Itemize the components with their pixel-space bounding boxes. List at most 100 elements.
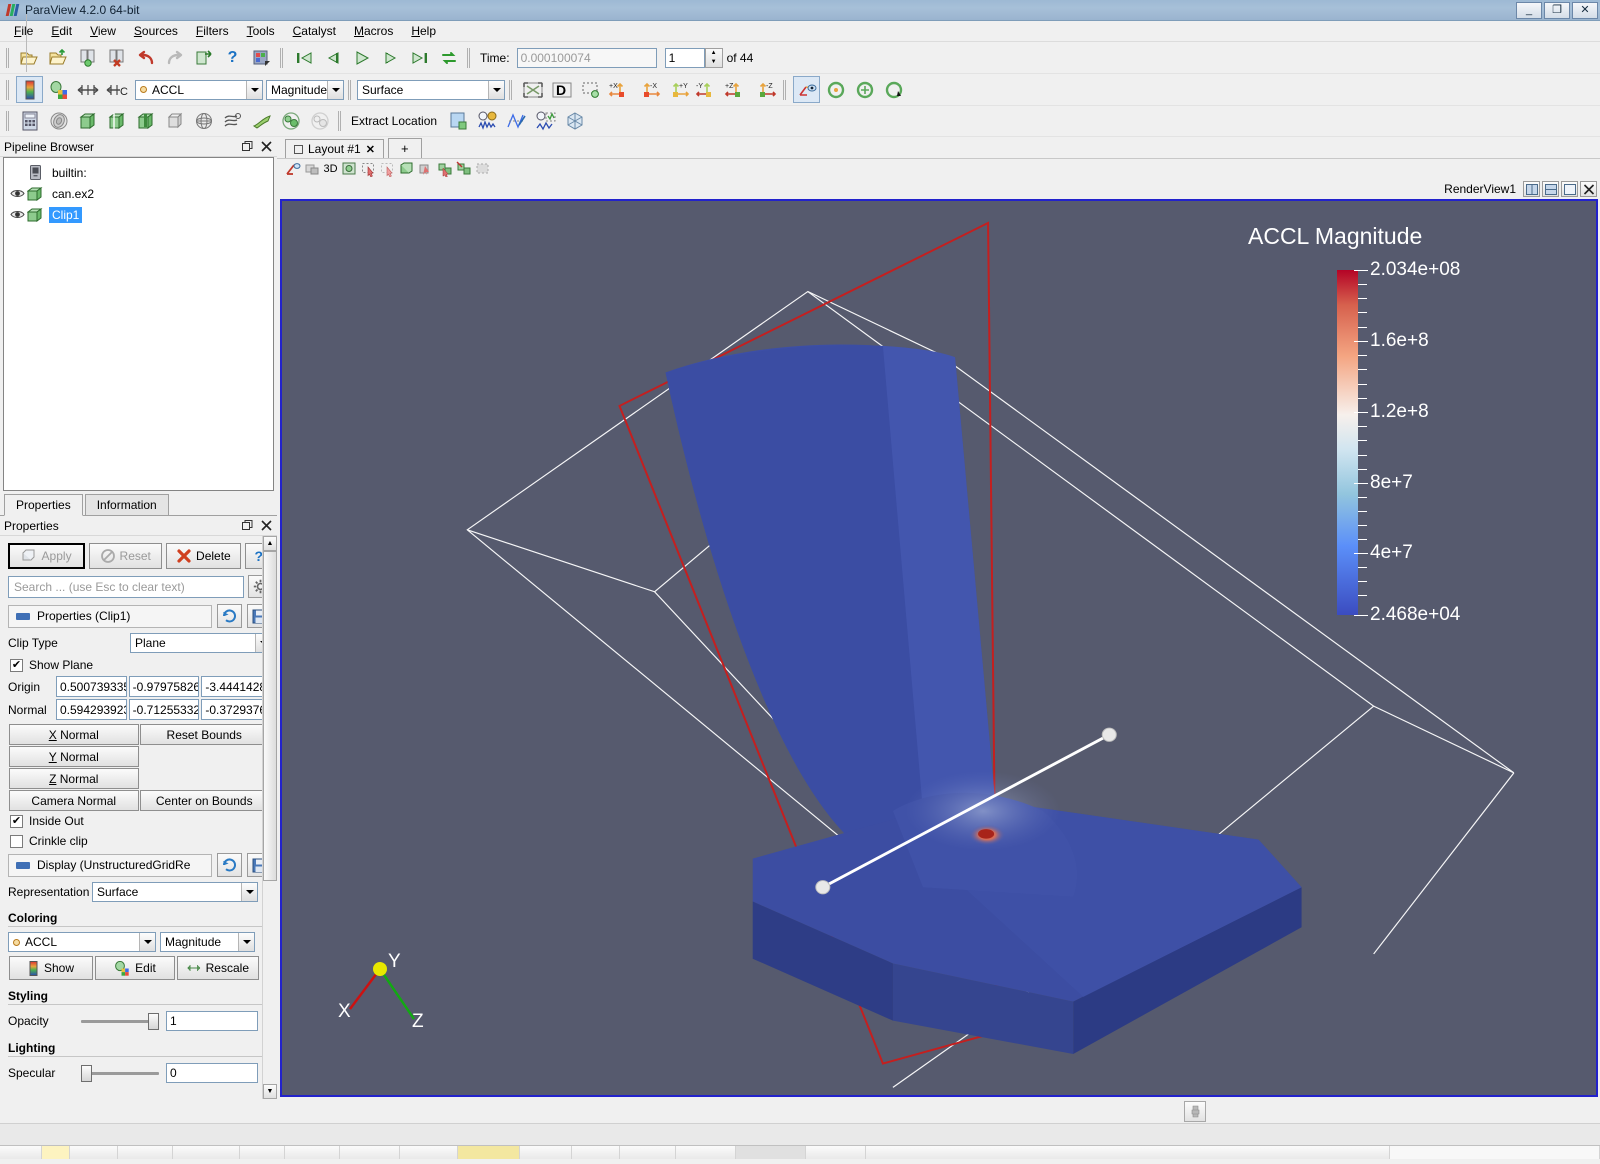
tab-information[interactable]: Information <box>84 494 169 515</box>
close-icon[interactable] <box>258 518 274 534</box>
scroll-down-icon[interactable]: ▼ <box>263 1084 277 1099</box>
extract-subset-icon[interactable] <box>161 108 188 135</box>
time-value-field[interactable]: 0.000100074 <box>516 47 657 68</box>
menu-filters[interactable]: Filters <box>187 22 238 40</box>
representation-combo[interactable]: Surface <box>357 79 505 100</box>
search-input[interactable]: Search ... (use Esc to clear text) <box>8 575 244 598</box>
menu-tools[interactable]: Tools <box>238 22 284 40</box>
minus-z-icon[interactable]: -Z <box>751 76 778 103</box>
render-view[interactable]: X Y Z ACCL Magnitude 2.034e+08 1.6e+8 1.… <box>280 199 1598 1097</box>
select-points-through-icon[interactable] <box>416 160 435 179</box>
x-normal-button[interactable]: X Normal <box>9 724 139 745</box>
clip-icon[interactable] <box>74 108 101 135</box>
opacity-slider[interactable] <box>81 1012 159 1030</box>
python-shell-toggle-icon[interactable] <box>1184 1100 1206 1122</box>
close-icon[interactable] <box>258 139 274 155</box>
crinkle-clip-row[interactable]: Crinkle clip <box>0 831 277 851</box>
plus-y-icon[interactable]: +Y <box>664 76 691 103</box>
tab-properties[interactable]: Properties <box>4 494 83 516</box>
extract-level-icon[interactable] <box>306 108 333 135</box>
show-plane-checkbox[interactable]: ✔ <box>10 658 23 672</box>
select-cells-icon[interactable] <box>359 160 378 179</box>
vcr-toolbar-grip[interactable] <box>279 46 286 70</box>
menu-view[interactable]: View <box>81 22 125 40</box>
os-taskbar[interactable] <box>0 1145 1600 1159</box>
rescale-to-data-range-icon[interactable] <box>74 76 101 103</box>
view-type-3d-label[interactable]: 3D <box>321 160 340 179</box>
extract-location-icon[interactable] <box>445 108 472 135</box>
rotate-90-cw-icon[interactable] <box>880 76 907 103</box>
rotate-90-ccw-icon[interactable] <box>822 76 849 103</box>
minimize-button[interactable]: _ <box>1516 1 1542 19</box>
slider-knob[interactable] <box>148 1012 159 1030</box>
restore-display-defaults-icon[interactable] <box>217 853 242 877</box>
next-frame-icon[interactable] <box>377 44 404 71</box>
calculator-icon[interactable] <box>16 108 43 135</box>
undock-icon[interactable] <box>239 139 255 155</box>
inside-out-checkbox[interactable]: ✔ <box>10 814 23 828</box>
rotate-center-icon[interactable] <box>851 76 878 103</box>
properties-group-box[interactable]: Properties (Clip1) <box>8 604 212 628</box>
select-block-icon[interactable] <box>435 160 454 179</box>
visibility-toggle-icon[interactable] <box>8 207 26 223</box>
plus-x-icon[interactable]: +X <box>606 76 633 103</box>
frame-index-field[interactable]: 1 <box>664 47 705 68</box>
opacity-value-field[interactable]: 1 <box>166 1011 258 1031</box>
save-data-icon[interactable] <box>74 44 101 71</box>
pipeline-item-clip1[interactable]: Clip1 <box>4 204 273 225</box>
spin-down-icon[interactable]: ▼ <box>706 58 722 67</box>
delete-button[interactable]: Delete <box>166 543 242 569</box>
show-color-legend-button[interactable]: Show <box>9 956 93 980</box>
help-icon[interactable]: ? <box>219 44 246 71</box>
tab-layout-1[interactable]: Layout #1 ✕ <box>285 139 384 158</box>
origin-y-field[interactable]: -0.97975826; <box>128 676 200 697</box>
menu-sources[interactable]: Sources <box>125 22 187 40</box>
properties-scrollbar[interactable]: ▲ ▼ <box>262 536 277 1099</box>
reset-button[interactable]: Reset <box>89 543 163 569</box>
color-legend[interactable]: ACCL Magnitude 2.034e+08 1.6e+8 1.2e+8 8… <box>1248 223 1478 643</box>
glyph-icon[interactable] <box>190 108 217 135</box>
capture-screenshot-icon[interactable] <box>248 44 275 71</box>
frame-spinner[interactable]: ▲ ▼ <box>704 47 723 68</box>
frustum-select-icon[interactable] <box>454 160 473 179</box>
pipeline-item-builtin[interactable]: builtin: <box>4 162 273 183</box>
scroll-up-icon[interactable]: ▲ <box>263 536 277 551</box>
extract-toolbar-grip[interactable] <box>337 109 344 133</box>
close-view-icon[interactable] <box>1580 181 1597 197</box>
zoom-to-box-icon[interactable] <box>577 76 604 103</box>
edit-color-map-icon[interactable] <box>45 76 72 103</box>
color-component-combo[interactable]: Magnitude <box>266 79 344 100</box>
center-on-bounds-button[interactable]: Center on Bounds <box>139 790 269 811</box>
close-icon[interactable]: ✕ <box>366 143 375 156</box>
origin-x-field[interactable]: 0.500739335 <box>56 676 127 697</box>
chevron-down-icon[interactable] <box>327 80 343 99</box>
chevron-down-icon[interactable] <box>241 883 257 901</box>
reset-bounds-button[interactable]: Reset Bounds <box>139 724 269 745</box>
clip-type-combo[interactable]: Plane <box>130 633 272 653</box>
display-group-box[interactable]: Display (UnstructuredGridRe <box>8 853 212 877</box>
chevron-down-icon[interactable] <box>238 933 254 951</box>
menu-catalyst[interactable]: Catalyst <box>284 22 345 40</box>
plot-over-time-icon[interactable] <box>474 108 501 135</box>
open-recent-icon[interactable] <box>45 44 72 71</box>
center-axes-visibility-icon[interactable] <box>793 76 820 103</box>
zoom-to-data-icon[interactable]: D <box>548 76 575 103</box>
representation-combo-props[interactable]: Surface <box>92 882 258 902</box>
contour-icon[interactable] <box>45 108 72 135</box>
time-toolbar-grip[interactable] <box>466 46 473 70</box>
split-vertical-icon[interactable] <box>1542 181 1559 197</box>
pipeline-item-can-ex2[interactable]: can.ex2 <box>4 183 273 204</box>
undock-icon[interactable] <box>239 518 255 534</box>
specular-value-field[interactable]: 0 <box>166 1063 258 1083</box>
spin-up-icon[interactable]: ▲ <box>706 49 722 58</box>
slice-icon[interactable] <box>103 108 130 135</box>
coloring-array-combo[interactable]: ACCL <box>8 932 156 952</box>
camera-undo-icon[interactable] <box>340 160 359 179</box>
toggle-color-legend-icon[interactable] <box>16 76 43 103</box>
plot-over-line-icon[interactable] <box>503 108 530 135</box>
chevron-down-icon[interactable] <box>139 933 155 951</box>
filters-toolbar-grip[interactable] <box>5 109 12 133</box>
select-points-icon[interactable] <box>378 160 397 179</box>
camera-toolbar-grip[interactable] <box>508 78 515 102</box>
split-horizontal-icon[interactable] <box>1523 181 1540 197</box>
